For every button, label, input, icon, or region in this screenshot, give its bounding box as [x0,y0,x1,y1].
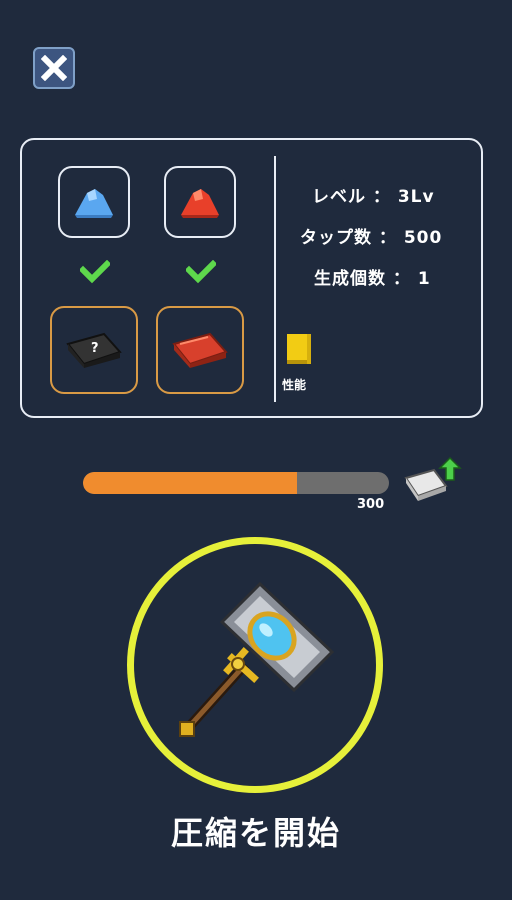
close-button[interactable] [33,47,75,89]
tap-count-stat: タップ数 ： 500 [300,228,443,248]
check-icon [186,260,216,284]
produced-count-stat: 生成個数 ： 1 [314,269,431,289]
upgrade-ingot-icon[interactable] [404,456,462,506]
red-ore-pile-icon [181,189,219,218]
panel-divider [274,156,276,402]
recipe-panel: ? レベル ： 3Lv タップ数 ： 500 生成個数 ： 1 性能 [20,138,483,418]
blue-ore-pile-icon [75,189,113,218]
progress-fill [83,472,298,494]
progress-label: 300 [357,497,385,512]
close-icon [41,55,67,81]
unknown-ingot-slot[interactable]: ? [50,306,138,394]
red-ingot-icon [172,332,228,368]
unknown-black-ingot-icon: ? [66,332,122,368]
progress-bar [83,472,389,494]
svg-text:?: ? [91,341,99,356]
hammer-icon[interactable] [170,580,350,750]
level-stat: レベル ： 3Lv [312,187,435,207]
blue-ore-slot[interactable] [58,166,130,238]
red-ore-slot[interactable] [164,166,236,238]
red-ingot-slot[interactable] [156,306,244,394]
performance-label[interactable]: 性能 [282,376,306,393]
start-compression-button[interactable]: 圧縮を開始 [0,808,512,854]
book-icon[interactable] [285,332,315,366]
check-icon [80,260,110,284]
